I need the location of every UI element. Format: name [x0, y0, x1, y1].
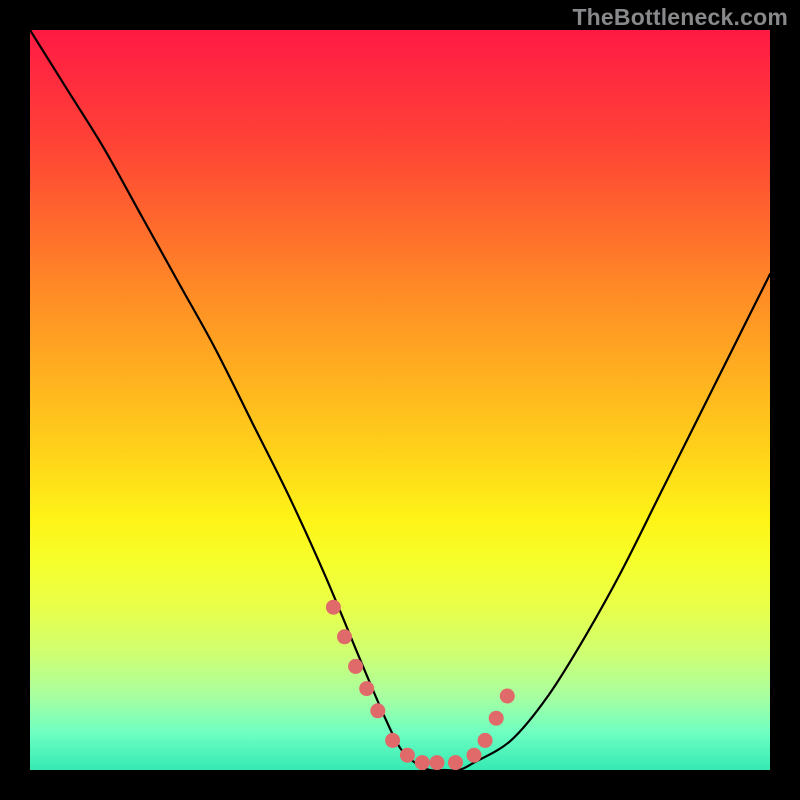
marker-dot — [400, 748, 415, 763]
marker-dot — [500, 689, 515, 704]
marker-dot — [489, 711, 504, 726]
marker-dot — [359, 681, 374, 696]
marker-dot — [430, 755, 445, 770]
highlight-points — [326, 600, 515, 770]
bottleneck-curve — [30, 30, 770, 770]
marker-dot — [385, 733, 400, 748]
marker-dot — [348, 659, 363, 674]
marker-dot — [326, 600, 341, 615]
plot-area — [30, 30, 770, 770]
marker-dot — [415, 755, 430, 770]
marker-dot — [467, 748, 482, 763]
marker-dot — [478, 733, 493, 748]
marker-dot — [370, 703, 385, 718]
watermark-text: TheBottleneck.com — [572, 4, 788, 31]
chart-frame: TheBottleneck.com — [0, 0, 800, 800]
marker-dot — [448, 755, 463, 770]
marker-dot — [337, 629, 352, 644]
curve-layer — [30, 30, 770, 770]
